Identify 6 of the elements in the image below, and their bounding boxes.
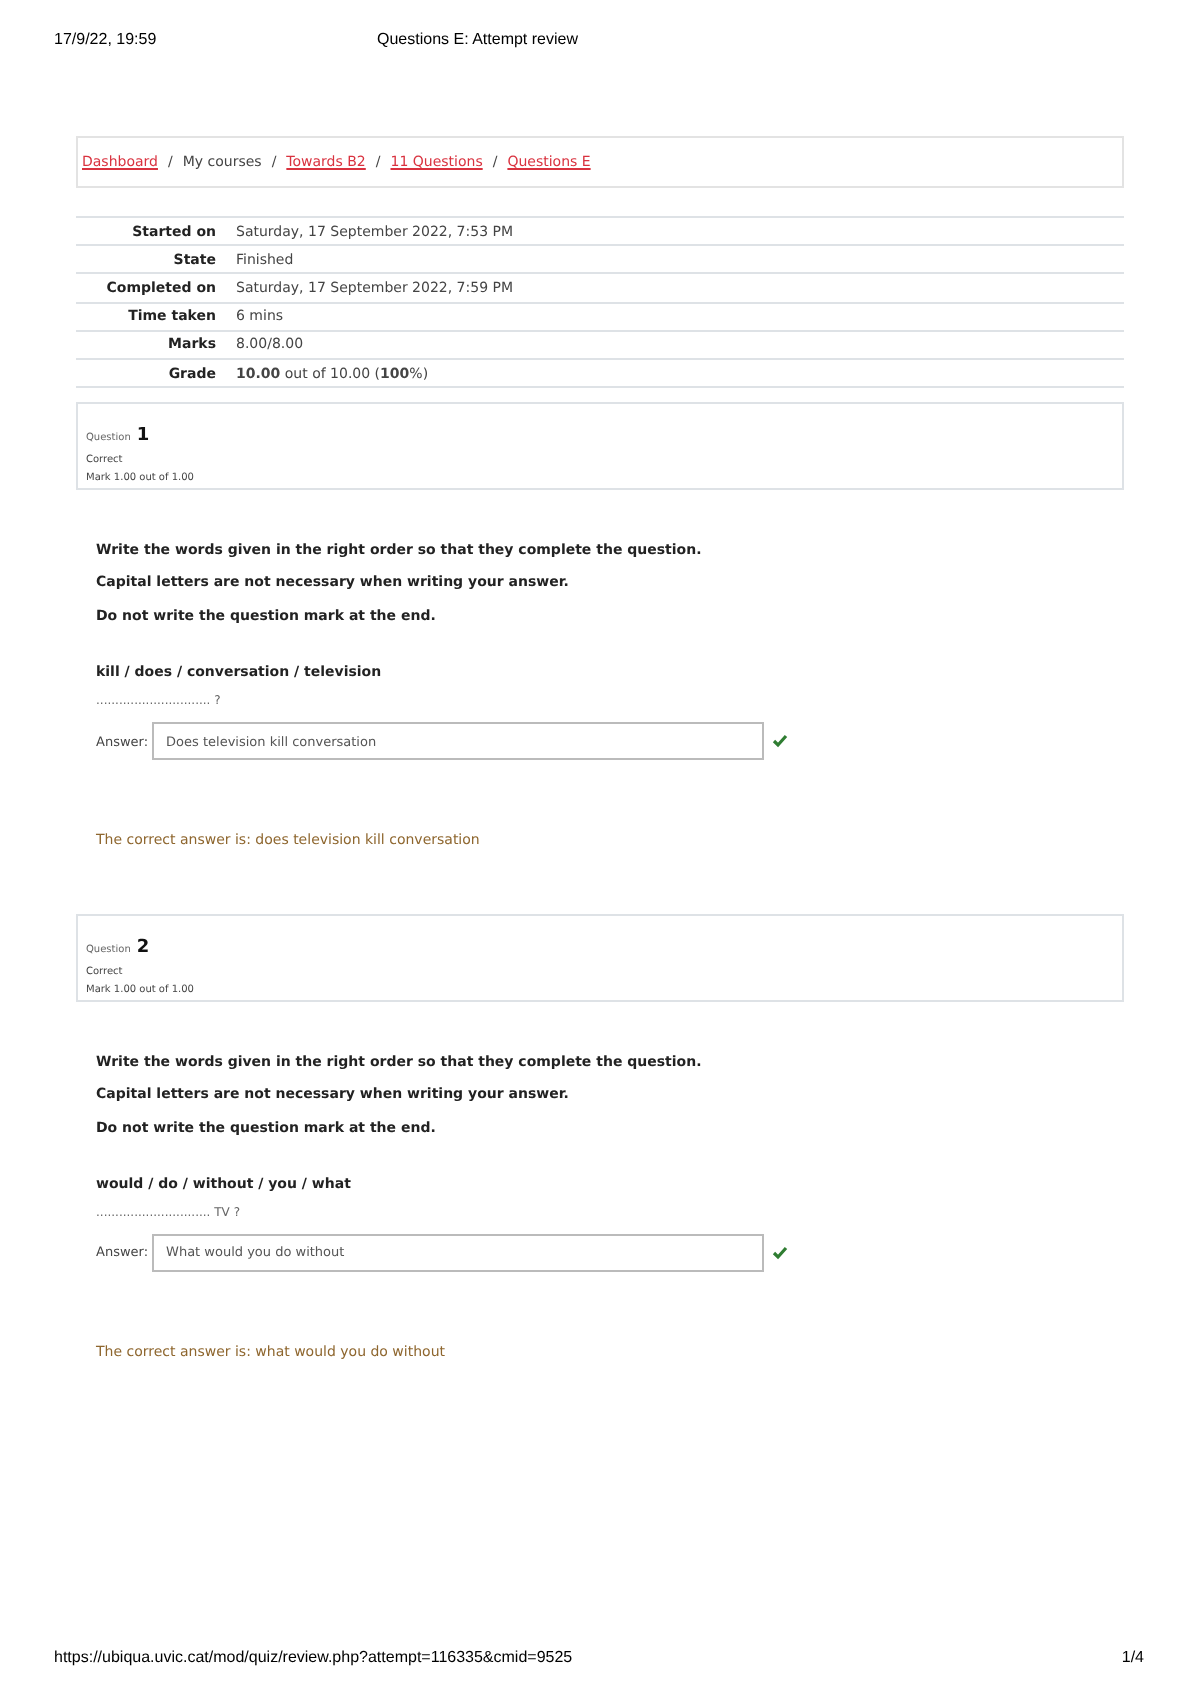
page-url: https://ubiqua.uvic.cat/mod/quiz/review.php?attempt=116335&cmid=9525 bbox=[54, 1648, 573, 1666]
print-date: 17/9/22, 19:59 bbox=[54, 30, 157, 52]
page-title: Questions E: Attempt review bbox=[377, 30, 578, 52]
page-number: 1/4 bbox=[1121, 1648, 1144, 1666]
question-number: 1 bbox=[136, 426, 150, 447]
question-number: 2 bbox=[136, 938, 150, 959]
